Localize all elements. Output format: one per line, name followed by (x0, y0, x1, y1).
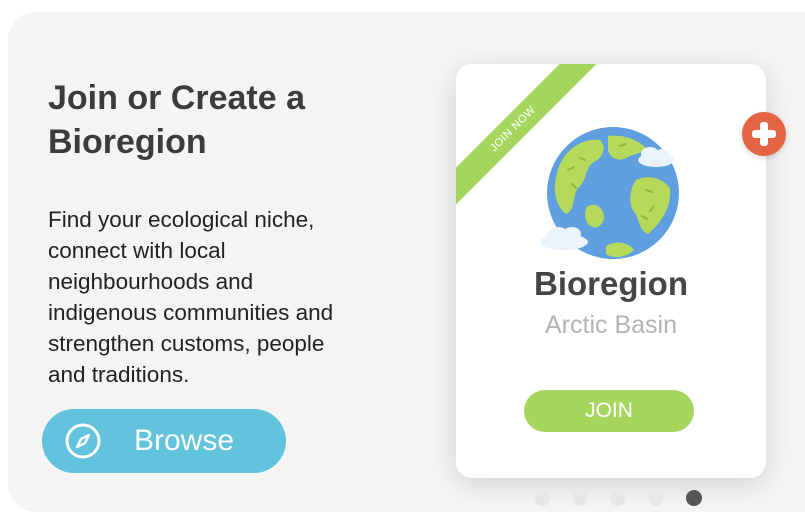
carousel-dot[interactable] (648, 490, 664, 506)
card-title: Bioregion (534, 265, 688, 302)
carousel-dot[interactable] (572, 490, 588, 506)
card-subtitle: Arctic Basin (545, 311, 677, 339)
intro-description: Find your ecological niche, connect with… (48, 207, 334, 387)
intro-section: Join or Create a Bioregion Find your eco… (48, 76, 378, 390)
browse-button[interactable]: Browse (42, 409, 286, 473)
browse-label: Browse (134, 424, 235, 457)
carousel-dot-active[interactable] (686, 490, 702, 506)
carousel-dot[interactable] (534, 490, 550, 506)
bioregion-card: JOIN NOW Bioregion Arctic Basin JOIN (456, 64, 766, 478)
add-bioregion-button[interactable] (742, 112, 786, 156)
compass-icon (65, 423, 101, 459)
carousel-dot[interactable] (610, 490, 626, 506)
intro-title: Join or Create a Bioregion (48, 79, 305, 161)
globe-icon (540, 127, 679, 259)
carousel-indicators (534, 490, 702, 506)
join-button[interactable]: JOIN (524, 390, 694, 432)
